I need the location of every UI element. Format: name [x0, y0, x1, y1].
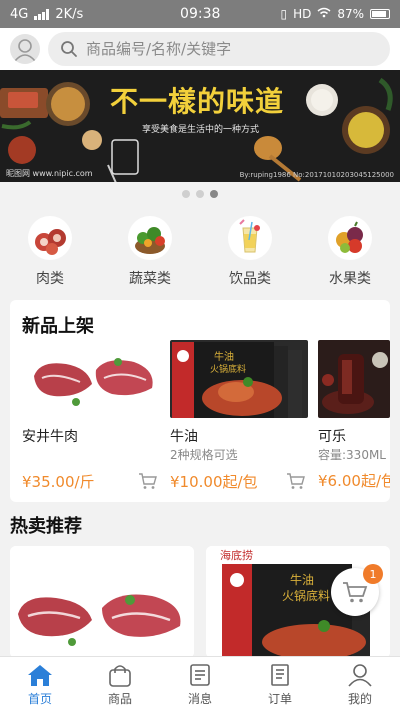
tab-label: 商品: [107, 692, 132, 706]
network-label: 4G: [10, 6, 29, 22]
product-price: ¥35.00/斤: [22, 472, 95, 491]
product-spec: 容量:330ML: [318, 448, 386, 462]
tab-home[interactable]: 首页: [0, 657, 80, 711]
banner-title: 不一樣的味道: [110, 85, 285, 118]
avatar[interactable]: [10, 34, 40, 64]
banner-watermark: 昵图网 www.nipic.com: [6, 169, 93, 178]
pagination-dot[interactable]: [182, 190, 190, 198]
product-image: 牛油 火锅底料: [170, 340, 308, 418]
add-to-cart-button[interactable]: [136, 470, 160, 492]
message-icon: [190, 664, 210, 686]
product-card[interactable]: 可乐 容量:330ML ¥6.00起/包: [318, 340, 390, 492]
tab-profile[interactable]: 我的: [320, 657, 400, 711]
tab-label: 订单: [267, 692, 292, 706]
hd-label: HD: [293, 7, 312, 21]
category-label: 蔬菜类: [129, 271, 171, 287]
product-price: ¥6.00起/包: [318, 472, 390, 490]
product-price: ¥10.00起/包: [170, 472, 258, 491]
search-input[interactable]: [86, 40, 378, 58]
new-products-section: 新品上架 安井牛肉 ¥35.00/斤 牛油 火锅底料 牛油 2种规格可选 ¥10…: [10, 300, 390, 502]
order-icon: [271, 664, 289, 686]
category-label: 饮品类: [229, 271, 271, 287]
status-time: 09:38: [180, 6, 221, 22]
home-icon: [28, 665, 52, 686]
svg-text:牛油: 牛油: [214, 350, 234, 363]
category-drink[interactable]: 饮品类: [200, 212, 300, 290]
fruit-icon: [328, 216, 372, 260]
banner-pagination: [0, 190, 400, 198]
cart-icon: [139, 473, 157, 489]
section-title: 热卖推荐: [10, 516, 82, 537]
cart-icon: [343, 582, 368, 603]
section-title: 新品上架: [22, 316, 94, 337]
user-icon: [348, 664, 372, 687]
svg-text:海底捞: 海底捞: [220, 548, 253, 562]
cart-count-badge: 1: [363, 564, 383, 584]
category-label: 水果类: [329, 271, 371, 287]
product-card[interactable]: 安井牛肉 ¥35.00/斤: [22, 340, 160, 492]
product-name: 牛油: [170, 429, 198, 445]
drink-icon: [228, 216, 272, 260]
search-bar[interactable]: [48, 32, 390, 66]
product-name: 可乐: [318, 429, 346, 444]
tab-label: 首页: [27, 692, 52, 706]
search-icon: [61, 41, 77, 57]
floating-cart-button[interactable]: 1: [331, 564, 383, 616]
meat-icon: [28, 216, 72, 260]
promo-banner[interactable]: 不一樣的味道 享受美食是生活中的一种方式 昵图网 www.nipic.com B…: [0, 70, 400, 182]
svg-text:牛油: 牛油: [290, 572, 314, 587]
avatar-icon: [14, 39, 36, 62]
bottom-tab-bar: 首页 商品 消息 订单 我的: [0, 656, 400, 711]
product-spec: [22, 446, 160, 464]
banner-subtitle: 享受美食是生活中的一种方式: [142, 125, 260, 135]
cart-icon: [287, 473, 305, 489]
banner-credit: By:ruping1986 No:20171010203045125000: [239, 171, 394, 179]
network-speed: 2K/s: [55, 6, 84, 22]
battery-icon: [370, 9, 390, 19]
category-vegetable[interactable]: 蔬菜类: [100, 212, 200, 290]
vibrate-icon: ▯: [280, 7, 288, 21]
pagination-dot-active[interactable]: [210, 190, 218, 198]
svg-text:火锅底料: 火锅底料: [210, 363, 246, 374]
tab-label: 消息: [187, 692, 212, 706]
category-label: 肉类: [36, 271, 64, 287]
category-nav: 肉类 蔬菜类 饮品类 水果类: [0, 212, 400, 290]
wifi-icon: [317, 7, 331, 21]
hot-product-card[interactable]: [10, 546, 194, 658]
product-spec: 2种规格可选: [170, 448, 238, 462]
category-fruit[interactable]: 水果类: [300, 212, 400, 290]
signal-icon: [34, 8, 50, 20]
product-image: [318, 340, 390, 418]
status-bar: 4G 2K/s 09:38 ▯ HD 87%: [0, 0, 400, 28]
vegetable-icon: [128, 216, 172, 260]
product-name: 安井牛肉: [22, 429, 78, 445]
tab-products[interactable]: 商品: [80, 657, 160, 711]
product-image: [10, 546, 194, 658]
category-meat[interactable]: 肉类: [0, 212, 100, 290]
pagination-dot[interactable]: [196, 190, 204, 198]
header: [0, 28, 400, 70]
product-image: [22, 340, 160, 418]
tab-orders[interactable]: 订单: [240, 657, 320, 711]
svg-text:火锅底料: 火锅底料: [282, 588, 330, 603]
shopping-bag-icon: [109, 665, 131, 687]
tab-messages[interactable]: 消息: [160, 657, 240, 711]
battery-percent: 87%: [337, 7, 364, 21]
product-card[interactable]: 牛油 火锅底料 牛油 2种规格可选 ¥10.00起/包: [170, 340, 308, 492]
add-to-cart-button[interactable]: [284, 470, 308, 492]
tab-label: 我的: [347, 692, 372, 706]
